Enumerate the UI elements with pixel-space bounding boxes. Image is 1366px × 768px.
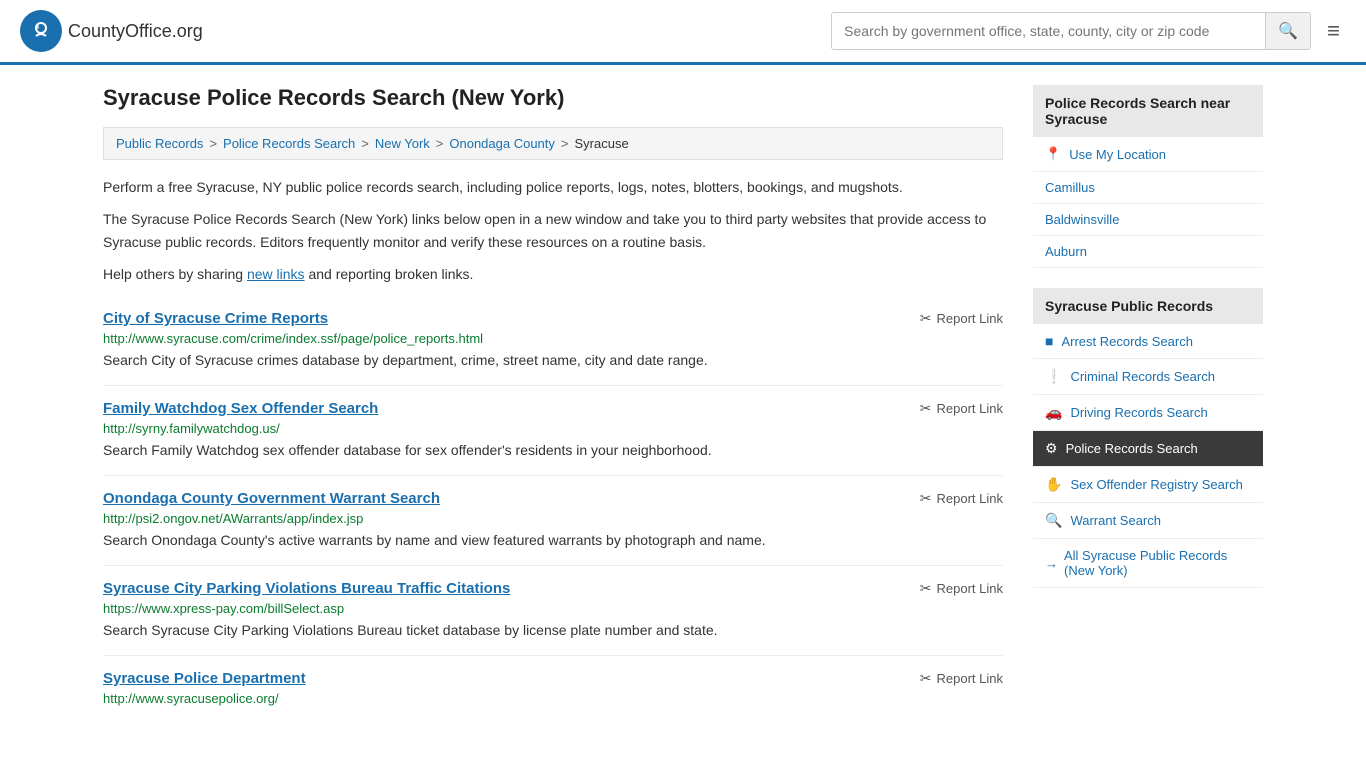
police-records-icon: ⚙	[1045, 440, 1058, 457]
sex-offender-icon: ✋	[1045, 476, 1062, 493]
breadcrumb: Public Records > Police Records Search >…	[103, 127, 1003, 160]
sidebar-item-criminal-records[interactable]: ❕ Criminal Records Search	[1033, 359, 1263, 395]
result-url-3[interactable]: http://psi2.ongov.net/AWarrants/app/inde…	[103, 511, 1003, 526]
sidebar-item-sex-offender[interactable]: ✋ Sex Offender Registry Search	[1033, 467, 1263, 503]
sidebar-item-driving-label: Driving Records Search	[1070, 405, 1207, 420]
sidebar-link-baldwinsville[interactable]: Baldwinsville	[1033, 204, 1263, 236]
result-title-3[interactable]: Onondaga County Government Warrant Searc…	[103, 490, 440, 507]
header: CountyOffice.org 🔍 ≡	[0, 0, 1366, 65]
report-link-5[interactable]: ✂ Report Link	[920, 670, 1003, 687]
breadcrumb-onondaga-county[interactable]: Onondaga County	[449, 136, 555, 151]
report-icon-1: ✂	[920, 310, 932, 327]
new-links-link[interactable]: new links	[247, 266, 305, 282]
report-link-1[interactable]: ✂ Report Link	[920, 310, 1003, 327]
header-right: 🔍 ≡	[831, 12, 1346, 50]
report-icon-4: ✂	[920, 580, 932, 597]
logo-text: CountyOffice.org	[68, 21, 203, 42]
use-my-location-item[interactable]: 📍 Use My Location	[1033, 137, 1263, 172]
location-pin-icon: 📍	[1045, 146, 1061, 162]
result-title-5[interactable]: Syracuse Police Department	[103, 670, 306, 687]
hamburger-button[interactable]: ≡	[1321, 12, 1346, 50]
sidebar-item-police-label: Police Records Search	[1066, 441, 1198, 456]
sidebar-item-sex-offender-label: Sex Offender Registry Search	[1070, 477, 1242, 492]
sidebar-item-warrant-search[interactable]: 🔍 Warrant Search	[1033, 503, 1263, 539]
result-title-2[interactable]: Family Watchdog Sex Offender Search	[103, 400, 378, 417]
report-link-2[interactable]: ✂ Report Link	[920, 400, 1003, 417]
result-url-5[interactable]: http://www.syracusepolice.org/	[103, 691, 1003, 706]
search-button[interactable]: 🔍	[1265, 13, 1310, 49]
description-1: Perform a free Syracuse, NY public polic…	[103, 176, 1003, 198]
result-item-5: Syracuse Police Department ✂ Report Link…	[103, 656, 1003, 724]
use-my-location-label: Use My Location	[1069, 147, 1166, 162]
description-3: Help others by sharing new links and rep…	[103, 263, 1003, 285]
breadcrumb-new-york[interactable]: New York	[375, 136, 430, 151]
report-link-3[interactable]: ✂ Report Link	[920, 490, 1003, 507]
result-desc-2: Search Family Watchdog sex offender data…	[103, 440, 1003, 461]
breadcrumb-syracuse: Syracuse	[575, 136, 629, 151]
sidebar-section2-title: Syracuse Public Records	[1033, 288, 1263, 324]
arrest-records-icon: ■	[1045, 333, 1053, 349]
result-desc-4: Search Syracuse City Parking Violations …	[103, 620, 1003, 641]
result-url-1[interactable]: http://www.syracuse.com/crime/index.ssf/…	[103, 331, 1003, 346]
sidebar-link-auburn[interactable]: Auburn	[1033, 236, 1263, 268]
arrow-right-icon: →	[1045, 556, 1058, 571]
report-icon-2: ✂	[920, 400, 932, 417]
warrant-search-icon: 🔍	[1045, 512, 1062, 529]
result-item-2: Family Watchdog Sex Offender Search ✂ Re…	[103, 386, 1003, 476]
breadcrumb-public-records[interactable]: Public Records	[116, 136, 203, 151]
sidebar-item-criminal-label: Criminal Records Search	[1070, 369, 1215, 384]
sidebar-item-driving-records[interactable]: 🚗 Driving Records Search	[1033, 395, 1263, 431]
result-url-2[interactable]: http://syrny.familywatchdog.us/	[103, 421, 1003, 436]
search-input[interactable]	[832, 15, 1265, 47]
sidebar-section-public-records: Syracuse Public Records ■ Arrest Records…	[1033, 288, 1263, 588]
result-title-4[interactable]: Syracuse City Parking Violations Bureau …	[103, 580, 510, 597]
sidebar-section1-title: Police Records Search near Syracuse	[1033, 85, 1263, 137]
report-link-4[interactable]: ✂ Report Link	[920, 580, 1003, 597]
sidebar-section-nearby: Police Records Search near Syracuse 📍 Us…	[1033, 85, 1263, 268]
page-title: Syracuse Police Records Search (New York…	[103, 85, 1003, 111]
result-item-4: Syracuse City Parking Violations Bureau …	[103, 566, 1003, 656]
driving-records-icon: 🚗	[1045, 404, 1062, 421]
main-container: Syracuse Police Records Search (New York…	[83, 65, 1283, 744]
result-desc-1: Search City of Syracuse crimes database …	[103, 350, 1003, 371]
search-bar: 🔍	[831, 12, 1311, 50]
criminal-records-icon: ❕	[1045, 368, 1062, 385]
sidebar-link-camillus[interactable]: Camillus	[1033, 172, 1263, 204]
breadcrumb-police-records-search[interactable]: Police Records Search	[223, 136, 355, 151]
sidebar-item-arrest-records[interactable]: ■ Arrest Records Search	[1033, 324, 1263, 359]
result-title-1[interactable]: City of Syracuse Crime Reports	[103, 310, 328, 327]
sidebar: Police Records Search near Syracuse 📍 Us…	[1033, 85, 1263, 724]
results-list: City of Syracuse Crime Reports ✂ Report …	[103, 296, 1003, 724]
report-icon-5: ✂	[920, 670, 932, 687]
result-url-4[interactable]: https://www.xpress-pay.com/billSelect.as…	[103, 601, 1003, 616]
result-desc-3: Search Onondaga County's active warrants…	[103, 530, 1003, 551]
content-area: Syracuse Police Records Search (New York…	[103, 85, 1003, 724]
logo-icon	[20, 10, 62, 52]
result-item-1: City of Syracuse Crime Reports ✂ Report …	[103, 296, 1003, 386]
sidebar-item-arrest-label: Arrest Records Search	[1061, 334, 1193, 349]
report-icon-3: ✂	[920, 490, 932, 507]
logo-area: CountyOffice.org	[20, 10, 203, 52]
sidebar-item-police-records[interactable]: ⚙ Police Records Search	[1033, 431, 1263, 467]
result-item-3: Onondaga County Government Warrant Searc…	[103, 476, 1003, 566]
sidebar-item-warrant-label: Warrant Search	[1070, 513, 1161, 528]
all-records-link[interactable]: → All Syracuse Public Records (New York)	[1033, 539, 1263, 588]
description-2: The Syracuse Police Records Search (New …	[103, 208, 1003, 253]
